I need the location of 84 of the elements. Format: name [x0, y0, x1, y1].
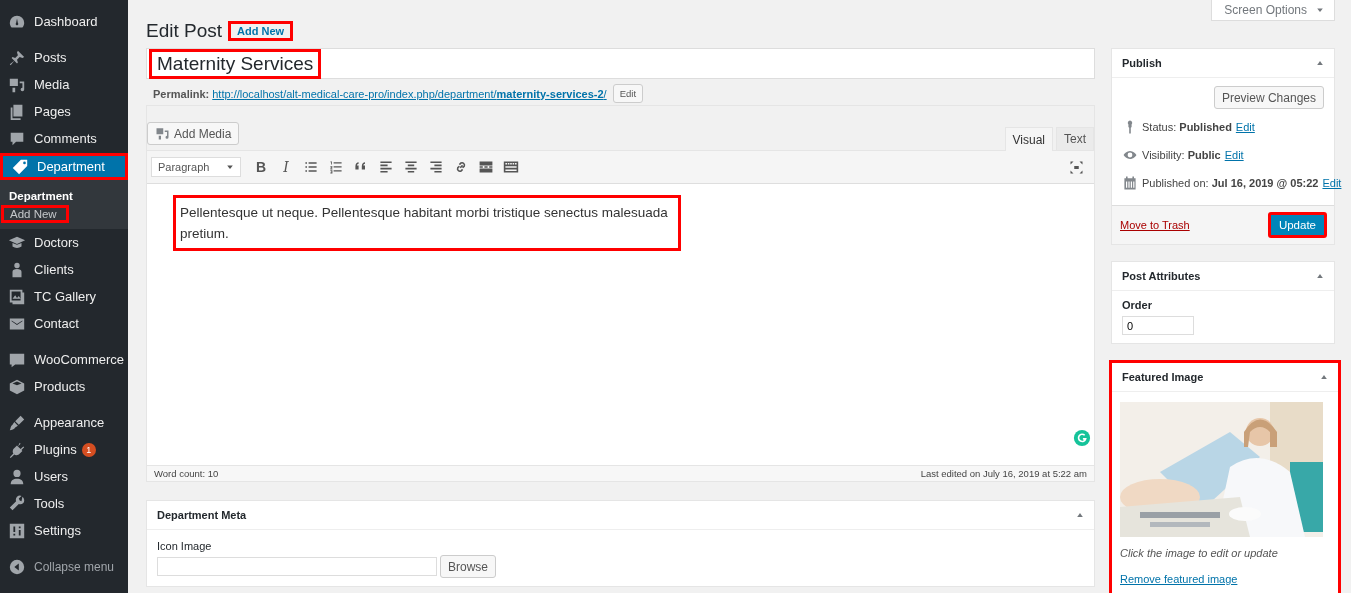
- last-edited-text: Last edited on July 16, 2019 at 5:22 am: [920, 468, 1087, 479]
- tag-icon: [11, 157, 29, 176]
- edit-link[interactable]: Edit: [1224, 149, 1244, 161]
- menu-item[interactable]: WooCommerce: [0, 346, 128, 373]
- collapse-arrow-icon: [1316, 272, 1324, 280]
- menu-item[interactable]: Comments: [0, 125, 128, 152]
- add-media-button[interactable]: Add Media: [147, 122, 240, 145]
- menu-item[interactable]: Doctors: [0, 229, 128, 256]
- browse-button[interactable]: Browse: [440, 555, 496, 578]
- format-dropdown[interactable]: Paragraph: [151, 157, 241, 177]
- pin-icon: [8, 48, 26, 67]
- paintbrush-icon: [8, 413, 26, 432]
- remove-featured-image-link[interactable]: Remove featured image: [1120, 573, 1238, 585]
- menu-item[interactable]: Users: [0, 463, 128, 490]
- collapse-arrow-icon: [1320, 373, 1328, 381]
- menu-item[interactable]: Clients: [0, 256, 128, 283]
- menu-item[interactable]: TC Gallery: [0, 283, 128, 310]
- submenu-item[interactable]: Add New: [1, 205, 69, 223]
- image-hint-text: Click the image to edit or update: [1120, 547, 1279, 559]
- screen-options-button[interactable]: Screen Options: [1211, 0, 1335, 21]
- title-highlight: Maternity Services: [149, 48, 322, 79]
- add-new-button[interactable]: Add New: [228, 20, 294, 41]
- box-icon: [8, 377, 26, 396]
- gallery-icon: [8, 287, 26, 306]
- title-field[interactable]: Maternity Services: [146, 48, 1095, 79]
- page-title: Edit Post: [146, 19, 223, 42]
- collapse-arrow-icon: [1316, 59, 1324, 67]
- align-center-icon[interactable]: [403, 159, 419, 175]
- order-field[interactable]: 0: [1122, 316, 1194, 335]
- icon-image-field[interactable]: [157, 557, 437, 576]
- collapse-arrow-icon: [1076, 511, 1084, 519]
- publish-setting-text: Visibility: Public: [1142, 149, 1221, 161]
- menu-item[interactable]: Dashboard: [0, 8, 128, 35]
- editor-tab[interactable]: Visual: [1004, 127, 1053, 151]
- permalink-label: Permalink:: [153, 87, 210, 100]
- caret-icon: [226, 163, 234, 171]
- italic-button[interactable]: I: [275, 156, 297, 178]
- edit-permalink-button[interactable]: Edit: [612, 84, 644, 103]
- preview-changes-button[interactable]: Preview Changes: [1213, 86, 1324, 109]
- menu-item[interactable]: Tools: [0, 490, 128, 517]
- align-left-icon[interactable]: [378, 159, 394, 175]
- panel-title: Featured Image: [1122, 371, 1204, 383]
- plug-icon: [8, 440, 26, 459]
- move-to-trash-link[interactable]: Move to Trash: [1120, 218, 1190, 231]
- panel-title: Department Meta: [157, 509, 247, 521]
- menu-item[interactable]: Media: [0, 71, 128, 98]
- numbered-list-icon[interactable]: [328, 159, 344, 175]
- wrench-icon: [8, 494, 26, 513]
- align-right-icon[interactable]: [428, 159, 444, 175]
- count-badge: 1: [81, 442, 96, 457]
- field-label: Icon Image: [157, 540, 213, 552]
- editor-paragraph[interactable]: Pellentesque ut neque. Pellentesque habitant morbi tristique senectus malesuada pretium.: [173, 195, 681, 251]
- panel-title: Post Attributes: [1122, 270, 1201, 282]
- permalink-link[interactable]: http://localhost/alt-medical-care-pro/index.php/department/maternity-services-2/: [212, 87, 607, 100]
- grammar-check-icon: [1073, 429, 1091, 447]
- panel-title: Publish: [1122, 57, 1162, 69]
- menu-item[interactable]: Products: [0, 373, 128, 400]
- field-label: Order: [1122, 299, 1153, 311]
- menu-item[interactable]: Contact: [0, 310, 128, 337]
- menu-item[interactable]: Settings: [0, 517, 128, 544]
- calendar-icon: [1122, 175, 1138, 191]
- submenu-item[interactable]: Department: [0, 187, 82, 205]
- read-more-icon[interactable]: [478, 159, 494, 175]
- menu-item[interactable]: Department: [0, 153, 128, 180]
- menu-item[interactable]: Posts: [0, 44, 128, 71]
- sliders-icon: [8, 521, 26, 540]
- edit-link[interactable]: Edit: [1322, 177, 1342, 189]
- media-icon: [155, 126, 170, 141]
- menu-item[interactable]: Appearance: [0, 409, 128, 436]
- bulleted-list-icon[interactable]: [303, 159, 319, 175]
- keyboard-icon[interactable]: [503, 159, 519, 175]
- edit-link[interactable]: Edit: [1235, 121, 1255, 133]
- publish-setting-text: Published on: Jul 16, 2019 @ 05:22: [1142, 177, 1319, 189]
- publish-setting-text: Status: Published: [1142, 121, 1232, 133]
- collapse-menu-button[interactable]: Collapse menu: [0, 553, 128, 580]
- caret-icon: [1316, 6, 1324, 14]
- person-icon: [8, 467, 26, 486]
- word-count: Word count: 10: [154, 468, 219, 479]
- update-button[interactable]: Update: [1267, 211, 1327, 238]
- menu-item[interactable]: Pages: [0, 98, 128, 125]
- editor-tab[interactable]: Text: [1056, 127, 1094, 150]
- fullscreen-icon: [1069, 159, 1084, 175]
- menu-item[interactable]: Plugins 1: [0, 436, 128, 463]
- bold-button[interactable]: B: [250, 156, 272, 178]
